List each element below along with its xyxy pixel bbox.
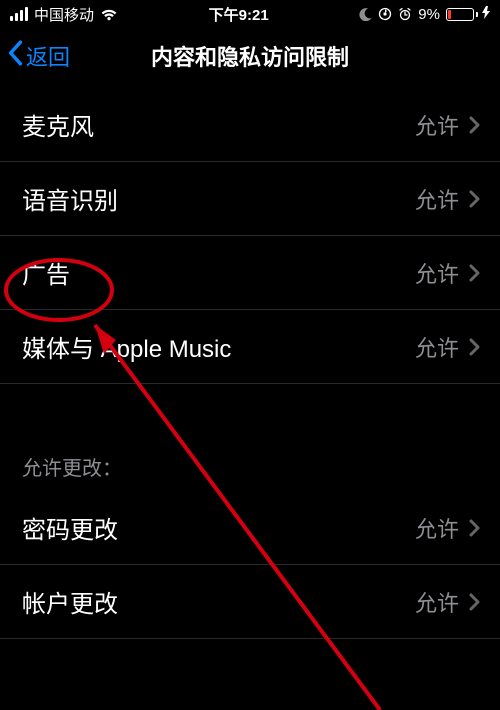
chevron-right-icon	[469, 593, 480, 611]
row-value: 允许	[415, 331, 459, 363]
back-label: 返回	[26, 40, 70, 72]
section-gap	[0, 384, 500, 428]
chevron-right-icon	[469, 338, 480, 356]
alarm-icon	[398, 7, 412, 21]
row-value: 允许	[415, 512, 459, 544]
row-speech-recognition[interactable]: 语音识别 允许	[0, 162, 500, 236]
row-label: 语音识别	[22, 181, 118, 216]
rotation-lock-icon	[378, 7, 392, 21]
status-left: 中国移动	[10, 4, 118, 25]
chevron-right-icon	[469, 116, 480, 134]
row-value: 允许	[415, 257, 459, 289]
row-label: 帐户更改	[22, 584, 118, 619]
status-time: 下午9:21	[209, 4, 269, 25]
status-bar: 中国移动 下午9:21 9%	[0, 0, 500, 28]
back-button[interactable]: 返回	[6, 40, 70, 72]
page-title: 内容和隐私访问限制	[151, 45, 349, 70]
row-label: 麦克风	[22, 107, 94, 142]
moon-icon	[359, 8, 372, 21]
row-advertising[interactable]: 广告 允许	[0, 236, 500, 310]
status-right: 9%	[359, 6, 490, 23]
row-value: 允许	[415, 183, 459, 215]
row-label: 广告	[22, 255, 70, 290]
row-value: 允许	[415, 586, 459, 618]
chevron-right-icon	[469, 264, 480, 282]
signal-icon	[10, 7, 28, 21]
row-label: 媒体与 Apple Music	[22, 329, 231, 364]
charging-icon	[482, 6, 490, 23]
chevron-left-icon	[6, 40, 24, 72]
nav-bar: 返回 内容和隐私访问限制	[0, 28, 500, 84]
chevron-right-icon	[469, 190, 480, 208]
settings-list: 麦克风 允许 语音识别 允许 广告 允许 媒体与 Apple Music 允许 …	[0, 88, 500, 639]
wifi-icon	[100, 8, 118, 21]
row-passcode-changes[interactable]: 密码更改 允许	[0, 491, 500, 565]
row-label: 密码更改	[22, 510, 118, 545]
section-header-allow-changes: 允许更改：	[0, 428, 500, 491]
row-account-changes[interactable]: 帐户更改 允许	[0, 565, 500, 639]
carrier-label: 中国移动	[34, 4, 94, 25]
row-microphone[interactable]: 麦克风 允许	[0, 88, 500, 162]
chevron-right-icon	[469, 519, 480, 537]
row-media-apple-music[interactable]: 媒体与 Apple Music 允许	[0, 310, 500, 384]
row-value: 允许	[415, 109, 459, 141]
battery-percent: 9%	[418, 6, 440, 23]
battery-icon	[446, 8, 478, 21]
